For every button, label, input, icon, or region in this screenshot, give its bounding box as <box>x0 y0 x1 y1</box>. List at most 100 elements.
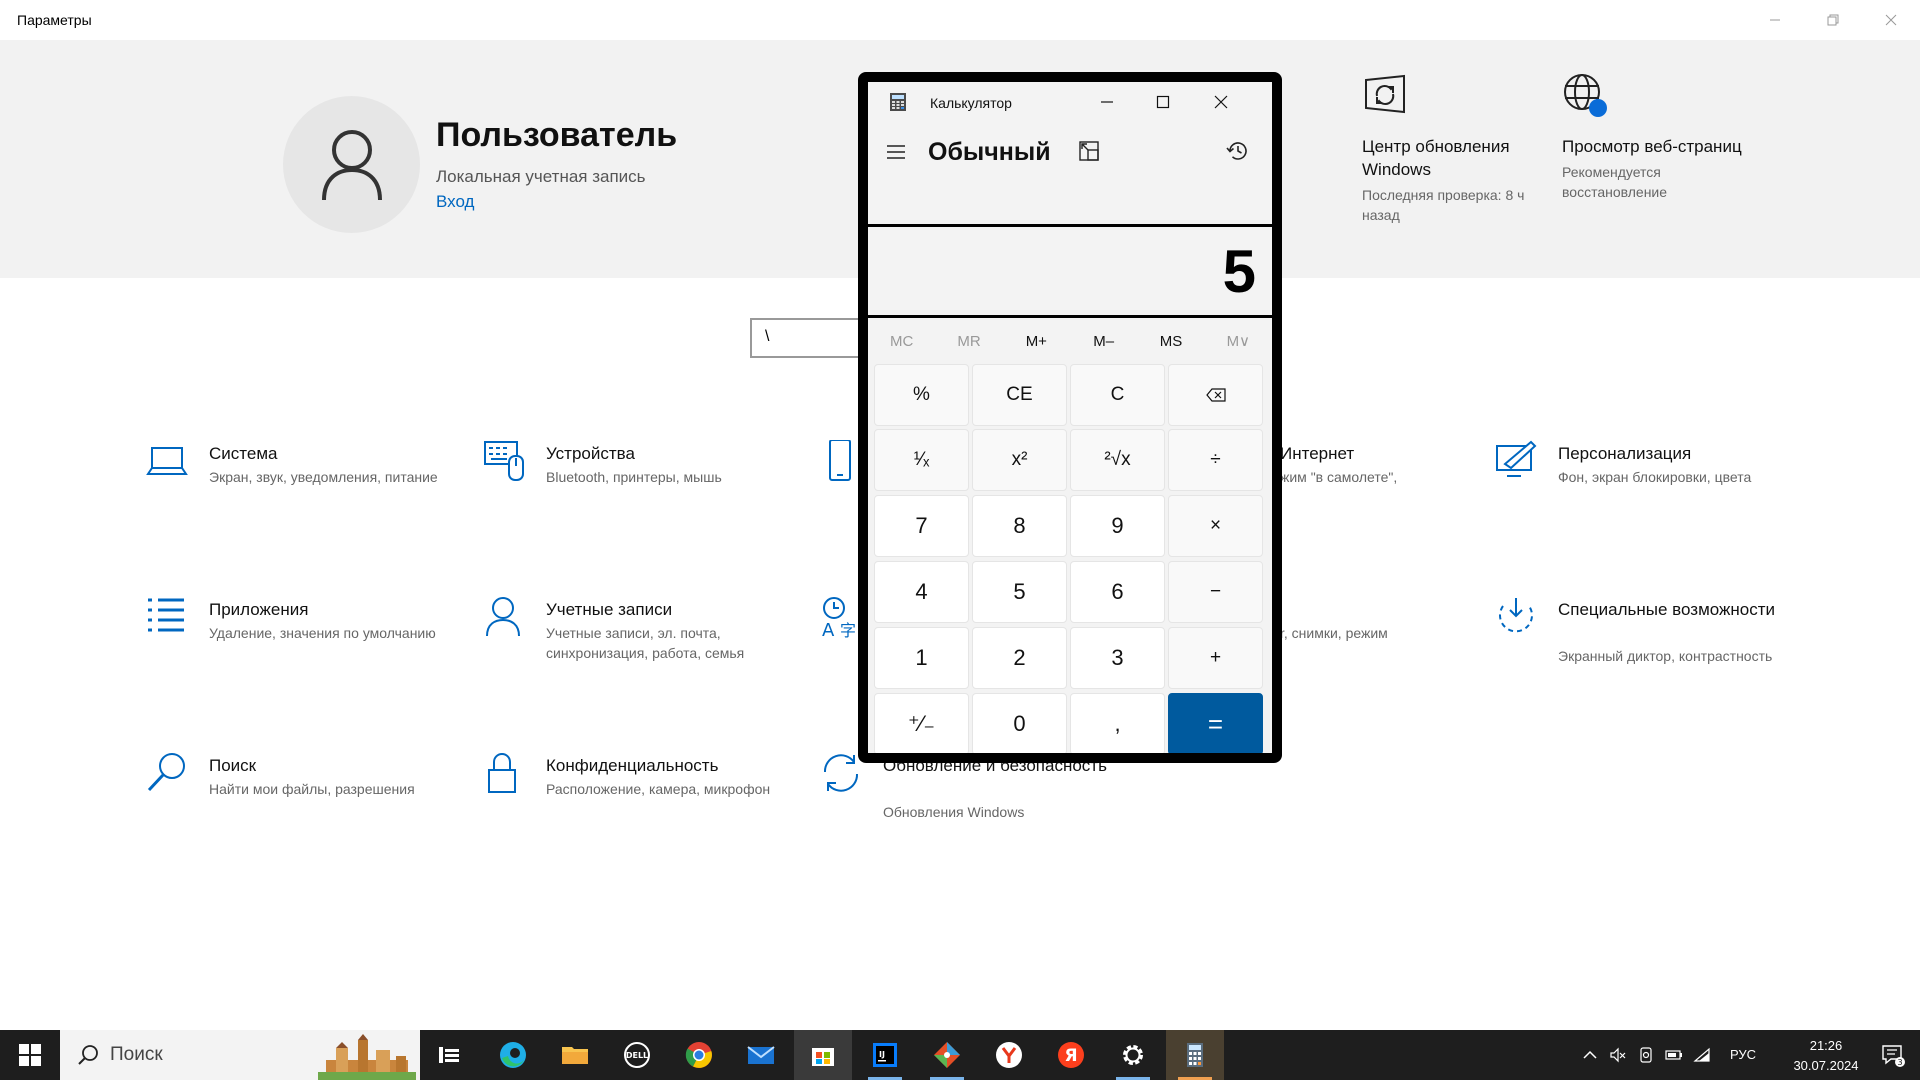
start-button[interactable] <box>0 1030 60 1080</box>
avatar[interactable] <box>283 96 420 233</box>
svg-text:DELL: DELL <box>626 1051 648 1060</box>
category-devices[interactable]: Устройства Bluetooth, принтеры, мышь <box>483 440 783 530</box>
digit-4-key[interactable]: 4 <box>874 561 969 623</box>
digit-8-key[interactable]: 8 <box>972 495 1067 557</box>
taskbar-file-explorer[interactable] <box>546 1030 604 1080</box>
minimize-button[interactable] <box>1752 0 1798 40</box>
category-personalization[interactable]: Персонализация Фон, экран блокировки, цв… <box>1495 440 1795 530</box>
taskbar-search-box[interactable]: Поиск <box>60 1030 420 1080</box>
taskbar-task-view[interactable] <box>420 1030 478 1080</box>
apps-icon <box>148 598 184 632</box>
tray-volume[interactable] <box>1604 1030 1632 1080</box>
memory-clear-button[interactable]: MC <box>868 322 935 362</box>
digit-7-key[interactable]: 7 <box>874 495 969 557</box>
category-subtitle: жим "в самолете", <box>1280 469 1398 485</box>
category-time-language[interactable]: A 字 <box>820 596 860 686</box>
square-key[interactable]: x² <box>972 429 1067 491</box>
decimal-key[interactable]: , <box>1070 693 1165 753</box>
digit-6-key[interactable]: 6 <box>1070 561 1165 623</box>
memory-store-button[interactable]: MS <box>1137 322 1204 362</box>
update-security-icon <box>823 754 859 792</box>
backspace-icon <box>1205 388 1226 402</box>
category-subtitle: Обновления Windows <box>883 804 1025 820</box>
category-update-security[interactable]: Обновление и безопасность Обновления Win… <box>820 752 1120 842</box>
category-search[interactable]: Поиск Найти мои файлы, разрешения <box>146 752 446 842</box>
memory-recall-button[interactable]: MR <box>935 322 1002 362</box>
quick-tile-windows-update[interactable]: Центр обновления Windows Последняя прове… <box>1362 72 1552 225</box>
restore-button[interactable] <box>1810 0 1856 40</box>
calculator-minimize-button[interactable] <box>1084 82 1130 122</box>
taskbar-yandex[interactable]: Я <box>1042 1030 1100 1080</box>
taskbar-mail[interactable] <box>732 1030 790 1080</box>
taskbar-yandex-browser[interactable] <box>980 1030 1038 1080</box>
quick-tile-title: Просмотр веб-страниц <box>1562 137 1742 156</box>
category-privacy[interactable]: Конфиденциальность Расположение, камера,… <box>483 752 783 842</box>
keep-on-top-icon[interactable] <box>1078 140 1100 162</box>
category-title: Конфиденциальность <box>546 756 719 775</box>
tray-camera[interactable] <box>1632 1030 1660 1080</box>
calculator-titlebar[interactable]: Калькулятор <box>868 82 1272 122</box>
taskbar-edge[interactable] <box>484 1030 542 1080</box>
taskbar-intellij[interactable]: IJ <box>856 1030 914 1080</box>
tray-battery[interactable] <box>1660 1030 1688 1080</box>
calculator-close-button[interactable] <box>1198 82 1244 122</box>
battery-icon <box>1665 1050 1682 1060</box>
square-root-key[interactable]: ²√x <box>1070 429 1165 491</box>
taskbar-store[interactable] <box>794 1030 852 1080</box>
memory-list-button[interactable]: M∨ <box>1205 322 1272 362</box>
percent-key[interactable]: % <box>874 364 969 426</box>
category-apps[interactable]: Приложения Удаление, значения по умолчан… <box>146 596 446 686</box>
hamburger-menu-icon[interactable] <box>884 140 908 164</box>
negate-key[interactable]: ⁺⁄₋ <box>874 693 969 753</box>
tray-wifi[interactable] <box>1688 1030 1716 1080</box>
digit-3-key[interactable]: 3 <box>1070 627 1165 689</box>
taskbar-dell[interactable]: DELL <box>608 1030 666 1080</box>
taskbar-clock[interactable]: 21:26 30.07.2024 <box>1790 1036 1862 1076</box>
category-phone[interactable] <box>820 440 860 530</box>
category-system[interactable]: Система Экран, звук, уведомления, питани… <box>146 440 446 530</box>
store-icon <box>812 1048 834 1066</box>
input-language-indicator[interactable]: РУС <box>1730 1047 1756 1062</box>
search-icon <box>78 1045 98 1065</box>
gear-icon <box>1123 1045 1143 1065</box>
wifi-icon <box>1693 1047 1710 1062</box>
minimize-icon <box>1770 19 1780 21</box>
quick-tile-web-browsing[interactable]: Просмотр веб-страниц Рекомендуется восст… <box>1562 72 1752 202</box>
memory-subtract-button[interactable]: M– <box>1070 322 1137 362</box>
divide-key[interactable]: ÷ <box>1168 429 1263 491</box>
taskbar-calculator[interactable] <box>1166 1030 1224 1080</box>
history-icon[interactable] <box>1226 139 1250 163</box>
category-accessibility[interactable]: Специальные возможности Экранный диктор,… <box>1495 596 1795 686</box>
memory-add-button[interactable]: M+ <box>1003 322 1070 362</box>
tray-overflow-button[interactable] <box>1576 1030 1604 1080</box>
taskbar-settings[interactable] <box>1104 1030 1162 1080</box>
clear-entry-key[interactable]: CE <box>972 364 1067 426</box>
clear-key[interactable]: C <box>1070 364 1165 426</box>
digit-9-key[interactable]: 9 <box>1070 495 1165 557</box>
digit-5-key[interactable]: 5 <box>972 561 1067 623</box>
digit-0-key[interactable]: 0 <box>972 693 1067 753</box>
backspace-key[interactable] <box>1168 364 1263 426</box>
equals-key[interactable]: = <box>1168 693 1263 753</box>
chrome-icon <box>685 1042 712 1068</box>
settings-search-input[interactable]: \ <box>750 318 860 358</box>
quick-tile-subtitle: Последняя проверка: 8 ч назад <box>1362 187 1525 223</box>
digit-2-key[interactable]: 2 <box>972 627 1067 689</box>
reciprocal-key[interactable]: ¹⁄ₓ <box>874 429 969 491</box>
action-center-button[interactable]: 3 <box>1866 1030 1920 1080</box>
category-title: Поиск <box>209 756 257 775</box>
category-accounts[interactable]: Учетные записи Учетные записи, эл. почта… <box>483 596 783 686</box>
mail-icon <box>747 1046 775 1064</box>
close-icon <box>1885 14 1897 26</box>
subtract-key[interactable]: − <box>1168 561 1263 623</box>
close-button[interactable] <box>1868 0 1914 40</box>
taskbar-chrome[interactable] <box>670 1030 728 1080</box>
multiply-key[interactable]: × <box>1168 495 1263 557</box>
digit-1-key[interactable]: 1 <box>874 627 969 689</box>
category-subtitle: Bluetooth, принтеры, мышь <box>546 469 722 485</box>
taskbar-git-app[interactable] <box>918 1030 976 1080</box>
category-title: Специальные возможности <box>1558 600 1776 619</box>
calculator-maximize-button[interactable] <box>1140 82 1186 122</box>
add-key[interactable]: + <box>1168 627 1263 689</box>
signin-link[interactable]: Вход <box>436 192 474 212</box>
